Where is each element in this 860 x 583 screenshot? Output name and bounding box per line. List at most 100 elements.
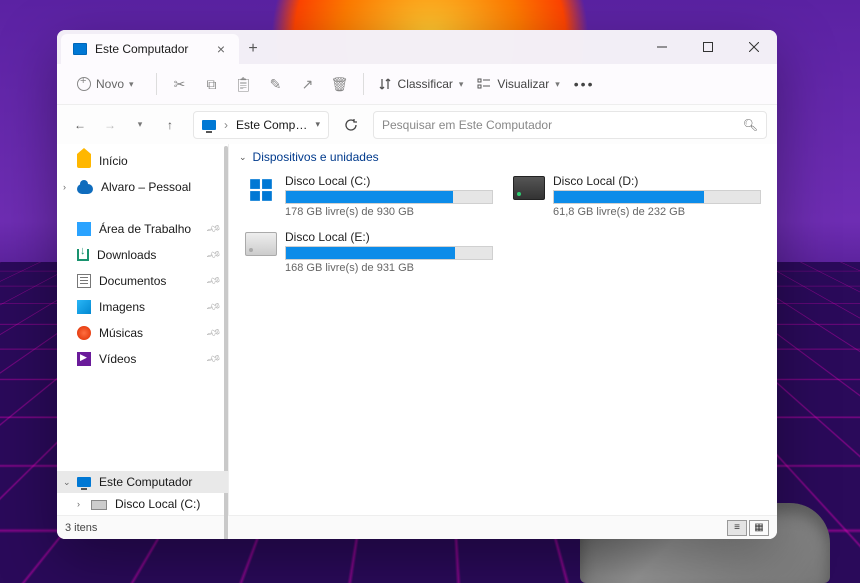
sidebar-item-documents[interactable]: Documentos 📌︎ [57,270,228,292]
chevron-down-icon: ▾ [129,79,134,90]
sort-button[interactable]: Classificar ▾ [378,77,464,91]
more-button[interactable]: ••• [574,76,595,92]
pin-icon: 📌︎ [205,273,222,289]
file-explorer-window: Este Computador × + Novo ▾ ✂ ⧉ 📋︎ ✎ ↗ [57,30,777,539]
refresh-icon [344,118,358,132]
share-icon[interactable]: ↗ [299,76,317,93]
tab-este-computador[interactable]: Este Computador × [61,34,239,64]
navigation-pane: Início › Alvaro – Pessoal Área de Trabal… [57,144,229,515]
music-icon [77,326,91,340]
pin-icon: 📌︎ [205,221,222,237]
pc-icon [73,43,87,55]
back-button[interactable]: ← [67,112,93,138]
chevron-down-icon[interactable]: ▾ [315,119,320,130]
minimize-icon [657,42,667,52]
sidebar-item-label: Downloads [97,248,156,262]
chevron-down-icon: ⌄ [239,152,247,163]
up-button[interactable]: ↑ [157,112,183,138]
drive-item[interactable]: Disco Local (C:) 178 GB livre(s) de 930 … [241,170,497,222]
drive-icon [91,500,107,510]
drive-icon [245,232,277,256]
drive-free-text: 178 GB livre(s) de 930 GB [285,206,493,218]
sidebar-item-desktop[interactable]: Área de Trabalho 📌︎ [57,218,228,240]
maximize-icon [703,42,713,52]
capacity-bar [285,190,493,204]
item-count: 3 itens [65,522,97,534]
sidebar-item-images[interactable]: Imagens 📌︎ [57,296,228,318]
sidebar-item-music[interactable]: Músicas 📌︎ [57,322,228,344]
capacity-bar [285,246,493,260]
document-icon [77,274,91,288]
tab-title: Este Computador [95,42,188,56]
paste-icon[interactable]: 📋︎ [235,76,253,93]
delete-icon[interactable]: 🗑︎ [331,76,349,93]
details-view-toggle[interactable]: ≡ [727,520,747,536]
sidebar-item-label: Início [99,154,128,168]
chevron-down-icon: ▾ [555,79,560,90]
sidebar-item-label: Alvaro – Pessoal [101,180,191,194]
sidebar-item-label: Área de Trabalho [99,222,191,236]
maximize-button[interactable] [685,30,731,64]
search-input[interactable] [382,118,743,132]
breadcrumb-sep: › [224,118,228,132]
drive-item[interactable]: Disco Local (E:) 168 GB livre(s) de 931 … [241,226,497,278]
tiles-view-toggle[interactable]: ▦ [749,520,769,536]
sidebar-item-onedrive[interactable]: › Alvaro – Pessoal [57,176,228,198]
chevron-down-icon: ▾ [138,119,143,130]
pin-icon: 📌︎ [205,247,222,263]
drives-grid: Disco Local (C:) 178 GB livre(s) de 930 … [229,168,777,280]
drive-free-text: 168 GB livre(s) de 931 GB [285,262,493,274]
new-label: Novo [96,77,124,91]
search-icon: 🔍︎ [743,118,758,132]
toolbar: Novo ▾ ✂ ⧉ 📋︎ ✎ ↗ 🗑︎ Classificar ▾ Visua… [57,64,777,104]
chevron-down-icon: ▾ [459,79,464,90]
close-window-button[interactable] [731,30,777,64]
address-row: ← → ▾ ↑ › Este Computa… ▾ 🔍︎ [57,104,777,144]
sidebar-item-label: Disco Local (C:) [115,497,200,511]
drive-name: Disco Local (C:) [285,174,493,188]
chevron-right-icon: › [63,182,66,192]
forward-button[interactable]: → [97,112,123,138]
view-icon [477,77,491,91]
window-controls [639,30,777,64]
pc-icon [202,120,216,130]
rename-icon[interactable]: ✎ [267,76,285,93]
sidebar-item-label: Vídeos [99,352,136,366]
drive-item[interactable]: Disco Local (D:) 61,8 GB livre(s) de 232… [509,170,765,222]
new-button[interactable]: Novo ▾ [69,73,142,95]
desktop-icon [77,222,91,236]
sidebar-item-this-pc[interactable]: ⌄ Este Computador [57,471,228,493]
video-icon [77,352,91,366]
sidebar-item-videos[interactable]: Vídeos 📌︎ [57,348,228,370]
status-bar: 3 itens ≡ ▦ [57,515,777,539]
sidebar-item-drive-c[interactable]: › Disco Local (C:) [57,493,228,515]
copy-icon[interactable]: ⧉ [203,76,221,93]
sort-label: Classificar [398,77,453,91]
recent-locations-button[interactable]: ▾ [127,112,153,138]
body: Início › Alvaro – Pessoal Área de Trabal… [57,144,777,515]
refresh-button[interactable] [337,111,365,139]
sidebar-item-label: Imagens [99,300,145,314]
close-icon [749,42,759,52]
search-box[interactable]: 🔍︎ [373,111,767,139]
drive-free-text: 61,8 GB livre(s) de 232 GB [553,206,761,218]
close-tab-button[interactable]: × [213,41,229,57]
address-bar[interactable]: › Este Computa… ▾ [193,111,329,139]
pin-icon: 📌︎ [205,325,222,341]
new-tab-button[interactable]: + [239,34,267,64]
sidebar-item-label: Este Computador [99,475,192,489]
capacity-bar [553,190,761,204]
minimize-button[interactable] [639,30,685,64]
section-header[interactable]: ⌄ Dispositivos e unidades [229,144,777,168]
images-icon [77,300,91,314]
cloud-icon [77,184,93,194]
home-icon [77,154,91,168]
sidebar-item-downloads[interactable]: Downloads 📌︎ [57,244,228,266]
drive-icon [513,176,545,200]
sidebar-item-label: Documentos [99,274,166,288]
view-button[interactable]: Visualizar ▾ [477,77,559,91]
sidebar-item-home[interactable]: Início [57,150,228,172]
pin-icon: 📌︎ [205,299,222,315]
cut-icon[interactable]: ✂ [171,76,189,93]
breadcrumb: Este Computa… [236,118,307,132]
